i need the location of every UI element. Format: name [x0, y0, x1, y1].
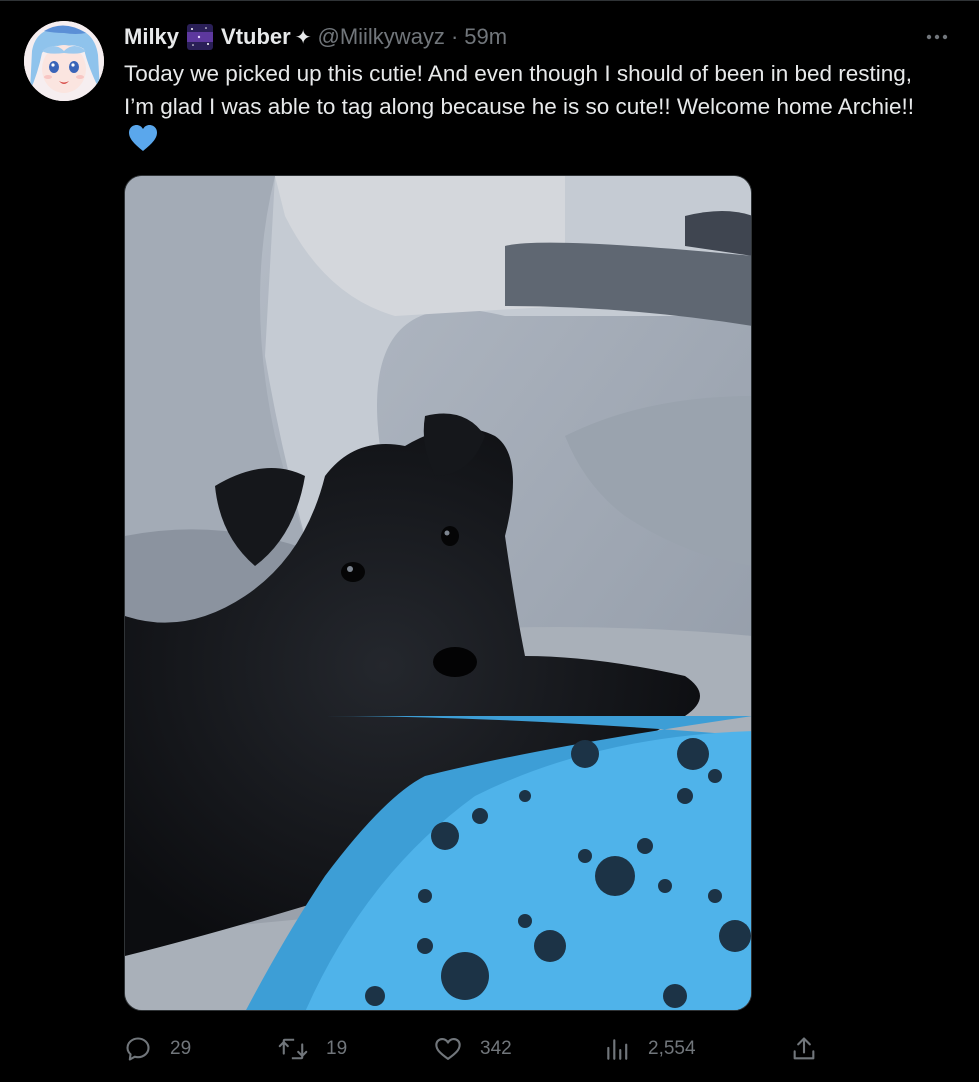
tweet[interactable]: Milky Vtuber ✦ @Miilkywayz · 59m Today w…	[0, 0, 979, 1082]
timestamp[interactable]: 59m	[464, 24, 507, 50]
more-options-icon[interactable]	[922, 27, 952, 47]
tweet-text: Today we picked up this cutie! And even …	[124, 57, 944, 161]
tweet-body: Today we picked up this cutie! And even …	[124, 61, 915, 119]
share-icon	[793, 1037, 815, 1060]
share-button[interactable]	[790, 1031, 818, 1067]
heart-icon	[435, 1038, 461, 1060]
display-name-suffix[interactable]: Vtuber	[221, 24, 291, 50]
analytics-icon	[607, 1039, 628, 1060]
like-button[interactable]: 342	[434, 1031, 512, 1067]
repost-button[interactable]: 19	[278, 1031, 347, 1067]
tweet-header: Milky Vtuber ✦ @Miilkywayz · 59m	[124, 23, 507, 51]
like-count: 342	[480, 1038, 512, 1059]
avatar[interactable]	[24, 21, 104, 101]
reply-icon	[126, 1037, 150, 1061]
sparkle-icon: ✦	[294, 26, 312, 49]
display-name[interactable]: Milky	[124, 24, 179, 50]
milky-way-emoji-icon	[187, 24, 214, 50]
puppy-photo	[125, 176, 751, 1010]
separator-dot: ·	[450, 24, 459, 49]
reply-count: 29	[170, 1038, 192, 1059]
reply-button[interactable]: 29	[124, 1031, 191, 1067]
tweet-photo[interactable]	[124, 175, 752, 1011]
view-count: 2,554	[648, 1038, 696, 1059]
repost-count: 19	[326, 1038, 348, 1059]
avatar-image	[24, 21, 104, 101]
repost-icon	[278, 1038, 308, 1060]
tweet-actions: 29 19 342 2,554	[124, 1031, 824, 1067]
blue-heart-icon	[128, 124, 158, 161]
user-handle[interactable]: @Miilkywayz	[317, 24, 444, 50]
views-button[interactable]: 2,554	[604, 1031, 696, 1067]
